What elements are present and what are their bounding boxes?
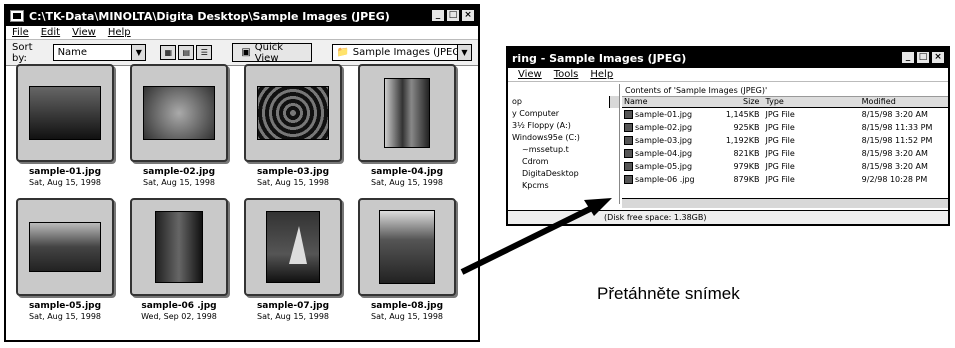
drag-arrow-shaft — [460, 203, 598, 275]
instruction-caption: Přetáhněte snímek — [597, 284, 740, 303]
drag-arrow — [460, 198, 612, 275]
